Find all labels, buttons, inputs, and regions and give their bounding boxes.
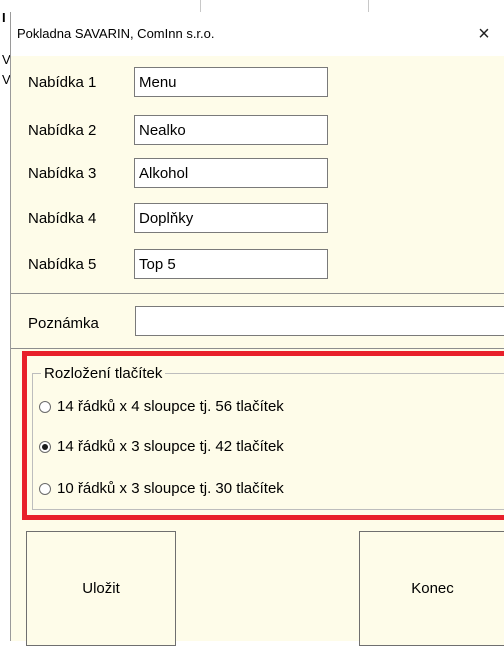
menu-input-3[interactable]: [134, 158, 328, 188]
menu-label-3: Nabídka 3: [28, 165, 97, 182]
menu-label-5: Nabídka 5: [28, 256, 97, 273]
radio-button[interactable]: [39, 483, 51, 495]
divider: [11, 293, 504, 294]
layout-option-label: 10 řádků x 3 sloupce tj. 30 tlačítek: [57, 480, 284, 497]
background-window-strip: [0, 0, 504, 12]
layout-option-label: 14 řádků x 4 sloupce tj. 56 tlačítek: [57, 398, 284, 415]
menu-label-4: Nabídka 4: [28, 210, 97, 227]
menu-input-4[interactable]: [134, 203, 328, 233]
background-window-edge: I V V: [0, 10, 11, 641]
close-icon[interactable]: ×: [464, 12, 504, 56]
note-label: Poznámka: [28, 315, 99, 332]
dialog-window: Pokladna SAVARIN, ComInn s.r.o. × Nabídk…: [10, 12, 504, 646]
radio-button[interactable]: [39, 401, 51, 413]
save-button[interactable]: Uložit: [26, 531, 176, 646]
menu-input-2[interactable]: [134, 115, 328, 145]
menu-input-5[interactable]: [134, 249, 328, 279]
window-title: Pokladna SAVARIN, ComInn s.r.o.: [17, 26, 215, 41]
layout-option-label: 14 řádků x 3 sloupce tj. 42 tlačítek: [57, 438, 284, 455]
title-bar[interactable]: Pokladna SAVARIN, ComInn s.r.o. ×: [11, 12, 504, 56]
menu-label-1: Nabídka 1: [28, 74, 97, 91]
menu-input-1[interactable]: [134, 67, 328, 97]
close-button[interactable]: Konec: [359, 531, 504, 646]
edge-char: I: [2, 10, 6, 25]
radio-button-checked[interactable]: [39, 441, 51, 453]
menu-label-2: Nabídka 2: [28, 122, 97, 139]
note-input[interactable]: [135, 306, 504, 336]
divider: [11, 348, 504, 349]
groupbox-title: Rozložení tlačítek: [41, 365, 166, 382]
